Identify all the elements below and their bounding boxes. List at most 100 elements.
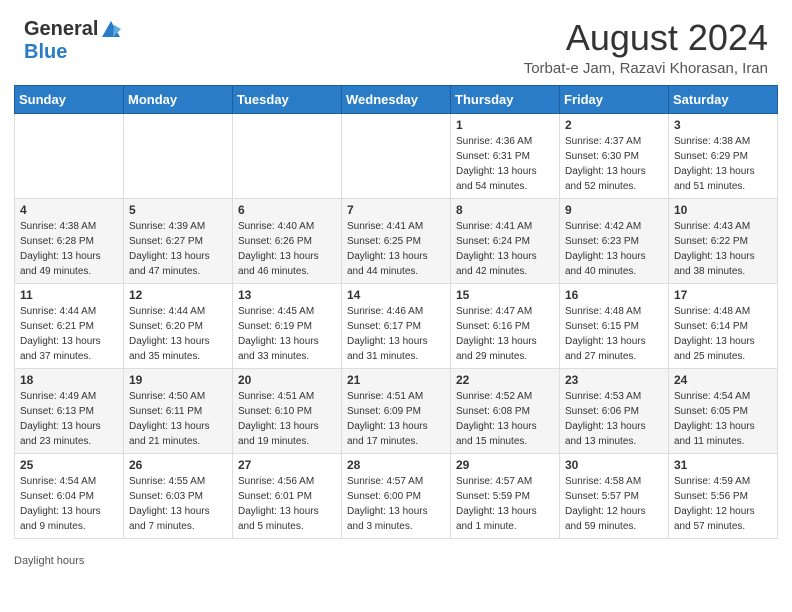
calendar-cell: 23 Sunrise: 4:53 AMSunset: 6:06 PMDayligh… (560, 368, 669, 453)
day-info: Sunrise: 4:40 AMSunset: 6:26 PMDaylight:… (238, 219, 336, 279)
calendar-cell: 6Sunrise: 4:40 AMSunset: 6:26 PMDaylight… (233, 198, 342, 283)
calendar-cell: 1 Sunrise: 4:36 AMSunset: 6:31 PMDaylight… (451, 113, 560, 198)
day-number: 11 (20, 288, 118, 302)
day-number: 22 (456, 373, 554, 387)
logo: General Blue (24, 18, 122, 64)
day-info: Sunrise: 4:48 AMSunset: 6:15 PMDaylight:… (565, 304, 663, 364)
calendar-cell: 22 Sunrise: 4:52 AMSunset: 6:08 PMDayligh… (451, 368, 560, 453)
day-number: 10 (674, 203, 772, 217)
calendar-week-row: 1 Sunrise: 4:36 AMSunset: 6:31 PMDaylight… (15, 113, 778, 198)
day-info: Sunrise: 4:44 AMSunset: 6:20 PMDaylight:… (129, 304, 227, 364)
calendar-cell: 29Sunrise: 4:57 AMSunset: 5:59 PMDayligh… (451, 453, 560, 538)
day-info: Sunrise: 4:41 AMSunset: 6:24 PMDaylight:… (456, 219, 554, 279)
location-title: Torbat-e Jam, Razavi Khorasan, Iran (524, 60, 768, 77)
day-number: 25 (20, 458, 118, 472)
calendar-cell (342, 113, 451, 198)
calendar-cell: 26 Sunrise: 4:55 AMSunset: 6:03 PMDayligh… (124, 453, 233, 538)
day-info: Sunrise: 4:44 AMSunset: 6:21 PMDaylight:… (20, 304, 118, 364)
calendar-table: SundayMondayTuesdayWednesdayThursdayFrid… (14, 85, 778, 539)
calendar-week-row: 25Sunrise: 4:54 AMSunset: 6:04 PMDayligh… (15, 453, 778, 538)
footer: Daylight hours (0, 549, 792, 571)
day-number: 12 (129, 288, 227, 302)
day-number: 15 (456, 288, 554, 302)
calendar-cell: 21 Sunrise: 4:51 AMSunset: 6:09 PMDayligh… (342, 368, 451, 453)
day-info: Sunrise: 4:46 AMSunset: 6:17 PMDaylight:… (347, 304, 445, 364)
day-info: Sunrise: 4:50 AMSunset: 6:11 PMDaylight:… (129, 389, 227, 449)
day-info: Sunrise: 4:56 AMSunset: 6:01 PMDaylight:… (238, 474, 336, 534)
day-info: Sunrise: 4:39 AMSunset: 6:27 PMDaylight:… (129, 219, 227, 279)
day-number: 1 (456, 118, 554, 132)
month-title: August 2024 (524, 18, 768, 58)
day-info: Sunrise: 4:45 AMSunset: 6:19 PMDaylight:… (238, 304, 336, 364)
calendar-cell: 15 Sunrise: 4:47 AMSunset: 6:16 PMDayligh… (451, 283, 560, 368)
day-number: 24 (674, 373, 772, 387)
calendar-cell: 31 Sunrise: 4:59 AMSunset: 5:56 PMDayligh… (669, 453, 778, 538)
day-number: 31 (674, 458, 772, 472)
day-info: Sunrise: 4:41 AMSunset: 6:25 PMDaylight:… (347, 219, 445, 279)
day-number: 20 (238, 373, 336, 387)
day-info: Sunrise: 4:36 AMSunset: 6:31 PMDaylight:… (456, 134, 554, 194)
day-info: Sunrise: 4:53 AMSunset: 6:06 PMDaylight:… (565, 389, 663, 449)
day-info: Sunrise: 4:51 AMSunset: 6:09 PMDaylight:… (347, 389, 445, 449)
calendar-cell: 11 Sunrise: 4:44 AMSunset: 6:21 PMDayligh… (15, 283, 124, 368)
day-number: 16 (565, 288, 663, 302)
day-number: 21 (347, 373, 445, 387)
calendar-cell: 30 Sunrise: 4:58 AMSunset: 5:57 PMDayligh… (560, 453, 669, 538)
day-number: 30 (565, 458, 663, 472)
day-info: Sunrise: 4:52 AMSunset: 6:08 PMDaylight:… (456, 389, 554, 449)
title-section: August 2024 Torbat-e Jam, Razavi Khorasa… (524, 18, 768, 77)
weekday-header-thursday: Thursday (451, 85, 560, 113)
calendar-cell: 25Sunrise: 4:54 AMSunset: 6:04 PMDayligh… (15, 453, 124, 538)
calendar-cell: 28 Sunrise: 4:57 AMSunset: 6:00 PMDayligh… (342, 453, 451, 538)
day-number: 5 (129, 203, 227, 217)
day-info: Sunrise: 4:38 AMSunset: 6:29 PMDaylight:… (674, 134, 772, 194)
day-number: 23 (565, 373, 663, 387)
weekday-header-sunday: Sunday (15, 85, 124, 113)
day-info: Sunrise: 4:48 AMSunset: 6:14 PMDaylight:… (674, 304, 772, 364)
day-info: Sunrise: 4:59 AMSunset: 5:56 PMDaylight:… (674, 474, 772, 534)
calendar-cell: 4 Sunrise: 4:38 AMSunset: 6:28 PMDaylight… (15, 198, 124, 283)
calendar-cell (124, 113, 233, 198)
day-number: 8 (456, 203, 554, 217)
day-number: 17 (674, 288, 772, 302)
calendar-week-row: 4 Sunrise: 4:38 AMSunset: 6:28 PMDaylight… (15, 198, 778, 283)
logo-icon (100, 19, 122, 41)
day-info: Sunrise: 4:57 AMSunset: 5:59 PMDaylight:… (456, 474, 554, 534)
header: General Blue August 2024 Torbat-e Jam, R… (0, 0, 792, 85)
daylight-hours-label: Daylight hours (14, 555, 84, 567)
calendar-header: SundayMondayTuesdayWednesdayThursdayFrid… (15, 85, 778, 113)
day-number: 13 (238, 288, 336, 302)
logo-blue-text: Blue (24, 41, 67, 64)
day-number: 26 (129, 458, 227, 472)
calendar-cell: 10 Sunrise: 4:43 AMSunset: 6:22 PMDayligh… (669, 198, 778, 283)
day-info: Sunrise: 4:47 AMSunset: 6:16 PMDaylight:… (456, 304, 554, 364)
weekday-header-tuesday: Tuesday (233, 85, 342, 113)
day-info: Sunrise: 4:55 AMSunset: 6:03 PMDaylight:… (129, 474, 227, 534)
weekday-header-saturday: Saturday (669, 85, 778, 113)
calendar-cell: 19 Sunrise: 4:50 AMSunset: 6:11 PMDayligh… (124, 368, 233, 453)
logo-general-text: General (24, 18, 98, 41)
calendar-cell: 18 Sunrise: 4:49 AMSunset: 6:13 PMDayligh… (15, 368, 124, 453)
calendar-cell: 14Sunrise: 4:46 AMSunset: 6:17 PMDayligh… (342, 283, 451, 368)
day-number: 28 (347, 458, 445, 472)
calendar-cell (15, 113, 124, 198)
calendar-week-row: 18 Sunrise: 4:49 AMSunset: 6:13 PMDayligh… (15, 368, 778, 453)
day-info: Sunrise: 4:49 AMSunset: 6:13 PMDaylight:… (20, 389, 118, 449)
calendar-week-row: 11 Sunrise: 4:44 AMSunset: 6:21 PMDayligh… (15, 283, 778, 368)
day-info: Sunrise: 4:42 AMSunset: 6:23 PMDaylight:… (565, 219, 663, 279)
day-info: Sunrise: 4:38 AMSunset: 6:28 PMDaylight:… (20, 219, 118, 279)
calendar-cell: 8 Sunrise: 4:41 AMSunset: 6:24 PMDaylight… (451, 198, 560, 283)
day-number: 4 (20, 203, 118, 217)
calendar-cell: 20Sunrise: 4:51 AMSunset: 6:10 PMDayligh… (233, 368, 342, 453)
day-info: Sunrise: 4:54 AMSunset: 6:05 PMDaylight:… (674, 389, 772, 449)
day-info: Sunrise: 4:43 AMSunset: 6:22 PMDaylight:… (674, 219, 772, 279)
day-number: 19 (129, 373, 227, 387)
weekday-header-monday: Monday (124, 85, 233, 113)
calendar-cell: 12 Sunrise: 4:44 AMSunset: 6:20 PMDayligh… (124, 283, 233, 368)
day-info: Sunrise: 4:57 AMSunset: 6:00 PMDaylight:… (347, 474, 445, 534)
calendar-cell: 16 Sunrise: 4:48 AMSunset: 6:15 PMDayligh… (560, 283, 669, 368)
day-info: Sunrise: 4:58 AMSunset: 5:57 PMDaylight:… (565, 474, 663, 534)
day-number: 18 (20, 373, 118, 387)
calendar-cell: 27Sunrise: 4:56 AMSunset: 6:01 PMDayligh… (233, 453, 342, 538)
calendar-cell: 3Sunrise: 4:38 AMSunset: 6:29 PMDaylight… (669, 113, 778, 198)
